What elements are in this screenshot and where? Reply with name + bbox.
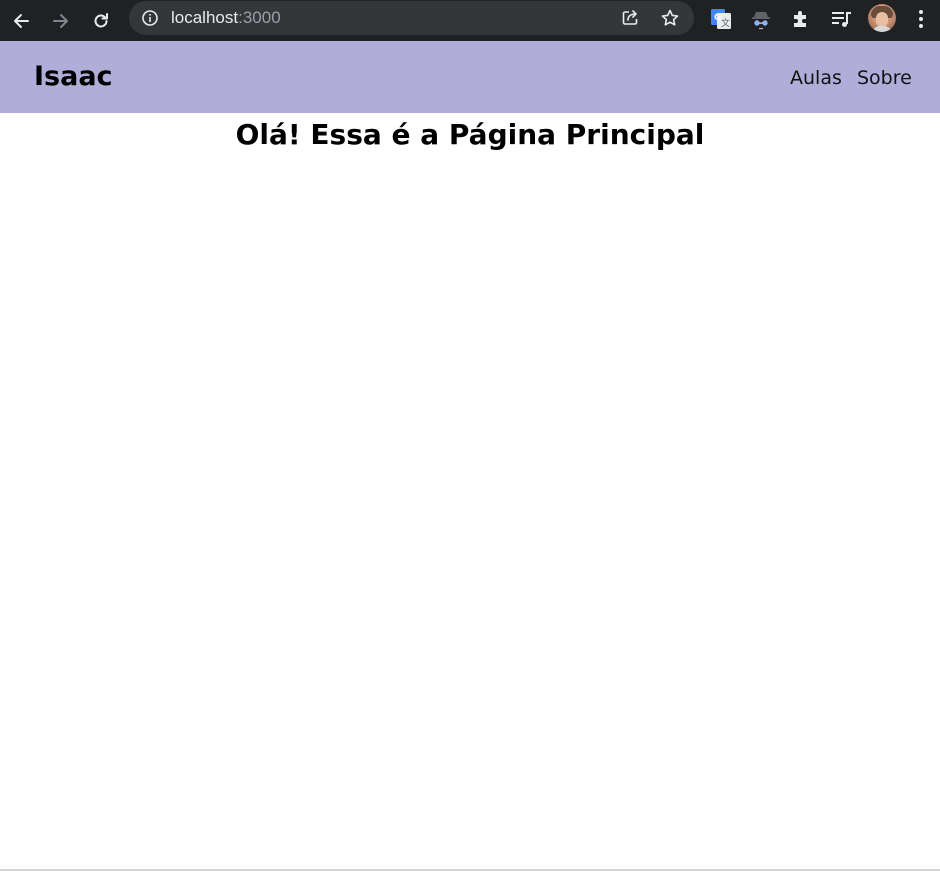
forward-button[interactable] [47,7,75,35]
back-button[interactable] [7,7,35,35]
kebab-menu-icon [919,10,923,28]
nav-link-aulas[interactable]: Aulas [790,66,842,90]
url-port: :3000 [238,8,281,27]
playlist-music-icon [832,12,851,27]
browser-toolbar: localhost:3000 G 文 [0,0,940,41]
avatar-face [876,12,888,27]
share-button[interactable] [620,8,640,28]
incognito-extension[interactable] [749,7,773,31]
profile-avatar[interactable] [868,4,896,32]
site-navbar: Isaac Aulas Sobre [0,41,940,113]
share-icon [622,10,638,25]
address-bar[interactable]: localhost:3000 [129,1,694,35]
svg-text:文: 文 [721,17,730,29]
extensions-button[interactable] [789,7,813,31]
nav-link-sobre[interactable]: Sobre [857,66,912,90]
reload-button[interactable] [87,7,115,35]
bookmark-button[interactable] [660,8,680,28]
media-controls-button[interactable] [829,7,853,31]
brand-logo-text[interactable]: Isaac [34,60,113,94]
site-info-icon[interactable] [141,9,159,27]
puzzle-icon [794,11,806,27]
avatar-shirt [872,26,892,32]
url-text[interactable]: localhost:3000 [171,7,281,29]
spy-icon [752,12,770,30]
reload-icon [94,13,108,28]
star-icon [661,9,679,26]
arrow-left-icon [14,14,29,28]
url-host: localhost [171,8,239,27]
translate-icon: G 文 [711,9,731,29]
google-translate-extension[interactable]: G 文 [709,7,733,31]
arrow-right-icon [53,14,68,28]
page-title: Olá! Essa é a Página Principal [235,118,705,151]
browser-menu-button[interactable] [909,7,933,31]
